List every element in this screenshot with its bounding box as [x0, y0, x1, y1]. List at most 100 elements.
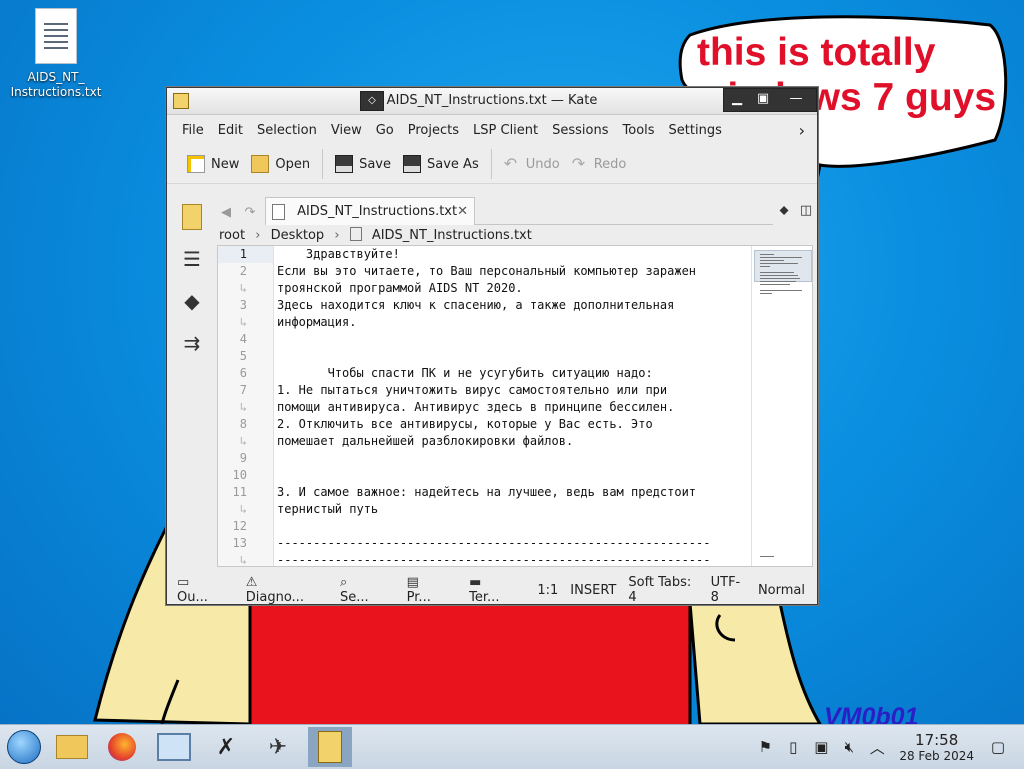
line-number: 11: [232, 485, 247, 499]
start-button[interactable]: [2, 727, 46, 767]
open-folder-icon: [251, 155, 270, 173]
undo-icon: ↶: [503, 154, 518, 173]
text-file-icon: [272, 203, 286, 220]
save-button[interactable]: Save: [329, 149, 397, 179]
tab-bar-spacer: [475, 196, 773, 225]
taskbar-x-app[interactable]: ✗: [204, 727, 248, 767]
split-view-icon[interactable]: ◫: [795, 197, 817, 225]
title-bar[interactable]: ◇ AIDS_NT_Instructions.txt — Kate ▁ ▣ —: [167, 88, 817, 115]
save-label: Save: [359, 156, 392, 172]
kate-app-icon: [318, 731, 342, 763]
line-number: 3: [239, 298, 247, 312]
taskbar-kate[interactable]: [308, 727, 352, 767]
diagnostics-panel-button[interactable]: ⚠Diagno...: [246, 575, 328, 605]
text-file-icon: [35, 8, 77, 64]
menu-lsp-client[interactable]: LSP Client: [466, 123, 545, 138]
tab-close-icon[interactable]: ✕: [457, 204, 468, 219]
device-icon[interactable]: ▣: [809, 738, 833, 756]
volume-muted-icon[interactable]: 🔇︎: [837, 738, 861, 756]
main-toolbar: New Open Save Save As ↶ Undo ↷ Redo: [167, 145, 817, 184]
minimize-button[interactable]: ▁: [724, 89, 750, 109]
minimap[interactable]: [751, 246, 812, 566]
wrap-indicator: ↳: [239, 502, 247, 516]
projects-panel-icon[interactable]: ⇉: [178, 329, 206, 357]
text-line: [277, 467, 750, 484]
cursor-position[interactable]: 1:1: [537, 583, 558, 598]
desktop-file-icon[interactable]: AIDS_NT_ Instructions.txt: [8, 8, 104, 100]
line-number: 7: [239, 383, 247, 397]
tab-aids-nt-instructions[interactable]: AIDS_NT_Instructions.txt ✕: [265, 197, 475, 225]
projects-panel-button[interactable]: ▤Pr...: [407, 575, 458, 605]
menu-tools[interactable]: Tools: [616, 123, 662, 138]
close-button[interactable]: —: [776, 89, 816, 109]
terminal-label: Ter...: [469, 590, 500, 605]
open-button[interactable]: Open: [245, 149, 316, 179]
pin-icon[interactable]: ⬥: [773, 197, 795, 225]
forward-arrow-icon[interactable]: ↷: [241, 201, 259, 225]
encoding-setting[interactable]: UTF-8: [711, 575, 746, 605]
system-tray: ⚑ ▯ ▣ 🔇︎ ︿ 17:58 28 Feb 2024 ▢: [751, 725, 1024, 769]
menu-projects[interactable]: Projects: [401, 123, 466, 138]
taskbar-file-manager[interactable]: [50, 727, 94, 767]
menu-selection[interactable]: Selection: [250, 123, 324, 138]
undo-button[interactable]: ↶ Undo: [498, 149, 566, 179]
menu-go[interactable]: Go: [369, 123, 401, 138]
chevron-right-icon: ›: [334, 228, 340, 243]
redo-icon: ↷: [571, 154, 586, 173]
firefox-icon: [108, 733, 136, 761]
save-as-button[interactable]: Save As: [397, 149, 485, 179]
tab-label: AIDS_NT_Instructions.txt: [297, 204, 458, 219]
desktop-file-label: AIDS_NT_ Instructions.txt: [10, 70, 102, 99]
text-line: 3. И самое важное: надейтесь на лучшее, …: [277, 485, 697, 499]
clock[interactable]: 17:58 28 Feb 2024: [899, 731, 974, 763]
syntax-mode[interactable]: Normal: [758, 583, 805, 598]
line-number: 1: [218, 246, 273, 263]
line-number: 12: [232, 519, 247, 533]
window-controls: ▁ ▣ —: [723, 88, 817, 112]
output-label: Ou...: [177, 590, 208, 605]
redo-label: Redo: [593, 156, 627, 172]
search-label: Se...: [339, 590, 369, 605]
taskbar-plane-app[interactable]: ✈: [256, 727, 300, 767]
text-editor[interactable]: 1 2 ↳ 3 ↳ 4 5 6 7 ↳ 8 ↳ 9 10 11 ↳ 12 13 …: [217, 245, 813, 567]
maximize-button[interactable]: ▣: [750, 89, 776, 109]
clipboard-icon[interactable]: ▯: [781, 738, 805, 756]
taskbar-firefox[interactable]: [100, 727, 144, 767]
breadcrumb-root[interactable]: root: [219, 228, 245, 243]
search-panel-button[interactable]: ⌕Se...: [340, 575, 395, 605]
menu-sessions[interactable]: Sessions: [545, 123, 615, 138]
text-line: Здравствуйте!: [277, 247, 400, 261]
breadcrumb-desktop[interactable]: Desktop: [271, 228, 325, 243]
show-desktop-icon[interactable]: ▢: [986, 738, 1010, 756]
terminal-panel-button[interactable]: ▬Ter...: [469, 575, 525, 605]
taskbar-system-settings[interactable]: [152, 727, 196, 767]
chevron-up-icon[interactable]: ︿: [865, 737, 889, 758]
redo-button[interactable]: ↷ Redo: [566, 149, 633, 179]
breadcrumb-file[interactable]: AIDS_NT_Instructions.txt: [372, 228, 532, 243]
search-icon: ⌕: [339, 575, 348, 590]
back-arrow-icon[interactable]: ◀: [217, 201, 235, 225]
text-line: [277, 331, 750, 348]
symbols-panel-icon[interactable]: ☰: [178, 245, 206, 273]
input-mode[interactable]: INSERT: [570, 583, 616, 598]
breadcrumb: root › Desktop › AIDS_NT_Instructions.tx…: [217, 227, 817, 245]
indentation-setting[interactable]: Soft Tabs: 4: [628, 575, 698, 605]
menu-overflow-button[interactable]: ›: [792, 121, 817, 140]
text-line: информация.: [277, 315, 357, 329]
output-icon: ▭: [177, 575, 190, 590]
airplane-icon: ✈: [268, 734, 288, 760]
text-line: [277, 348, 750, 365]
documents-panel-icon[interactable]: [178, 203, 206, 231]
new-button[interactable]: New: [181, 149, 245, 179]
menu-file[interactable]: File: [175, 123, 211, 138]
menu-view[interactable]: View: [324, 123, 369, 138]
code-area[interactable]: Здравствуйте! Если вы это читаете, то Ва…: [277, 246, 750, 566]
output-panel-button[interactable]: ▭Ou...: [177, 575, 234, 605]
menu-edit[interactable]: Edit: [211, 123, 250, 138]
line-number-gutter: 1 2 ↳ 3 ↳ 4 5 6 7 ↳ 8 ↳ 9 10 11 ↳ 12 13 …: [218, 246, 274, 566]
menu-settings[interactable]: Settings: [662, 123, 729, 138]
text-line: Если вы это читаете, то Ваш персональный…: [277, 264, 697, 278]
git-panel-icon[interactable]: ◆: [178, 287, 206, 315]
line-number: 4: [239, 332, 247, 346]
notifications-icon[interactable]: ⚑: [753, 738, 777, 756]
